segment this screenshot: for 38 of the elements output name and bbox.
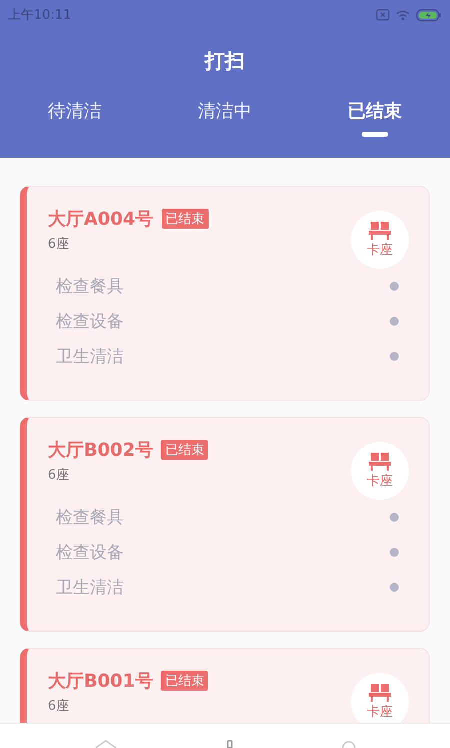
check-item: 检查设备 <box>56 311 124 333</box>
table-card[interactable]: 大厅A004号 已结束 6座 卡座 检查餐具 检查设备 卫生清洁 <box>20 186 430 401</box>
sofa-icon <box>369 683 391 703</box>
seat-count: 6座 <box>48 698 70 715</box>
sofa-icon <box>369 452 391 472</box>
status-tag: 已结束 <box>161 440 208 460</box>
table-card[interactable]: 大厅B002号 已结束 6座 卡座 检查餐具 检查设备 卫生清洁 <box>20 417 430 632</box>
status-dot <box>390 548 399 557</box>
status-dot <box>390 513 399 522</box>
check-item: 检查餐具 <box>56 507 124 529</box>
sim-icon <box>376 9 390 21</box>
table-name: 大厅B001号 <box>48 670 154 693</box>
tab[interactable]: 清洁中 <box>150 99 300 137</box>
check-item: 卫生清洁 <box>56 577 124 599</box>
page-title: 打扫 <box>205 48 245 75</box>
check-item: 检查设备 <box>56 542 124 564</box>
wifi-icon <box>396 10 410 20</box>
status-tag: 已结束 <box>161 671 208 691</box>
battery-icon <box>416 8 442 22</box>
seat-count: 6座 <box>48 236 70 253</box>
status-dot <box>390 352 399 361</box>
status-dot <box>390 583 399 592</box>
table-name: 大厅A004号 <box>48 208 154 231</box>
check-item: 检查餐具 <box>56 276 124 298</box>
status-time: 上午10:11 <box>8 7 72 24</box>
sofa-icon <box>369 221 391 241</box>
tab[interactable]: 已结束 <box>300 99 450 137</box>
table-card[interactable]: 大厅B001号 已结束 6座 卡座 <box>20 648 430 723</box>
seat-type-label: 卡座 <box>367 704 393 721</box>
status-dot <box>390 282 399 291</box>
seat-count: 6座 <box>48 467 70 484</box>
check-item: 卫生清洁 <box>56 346 124 368</box>
table-name: 大厅B002号 <box>48 439 154 462</box>
status-dot <box>390 317 399 326</box>
tab[interactable]: 待清洁 <box>0 99 150 137</box>
status-tag: 已结束 <box>162 209 209 229</box>
seat-type-label: 卡座 <box>367 242 393 259</box>
seat-type-label: 卡座 <box>367 473 393 490</box>
